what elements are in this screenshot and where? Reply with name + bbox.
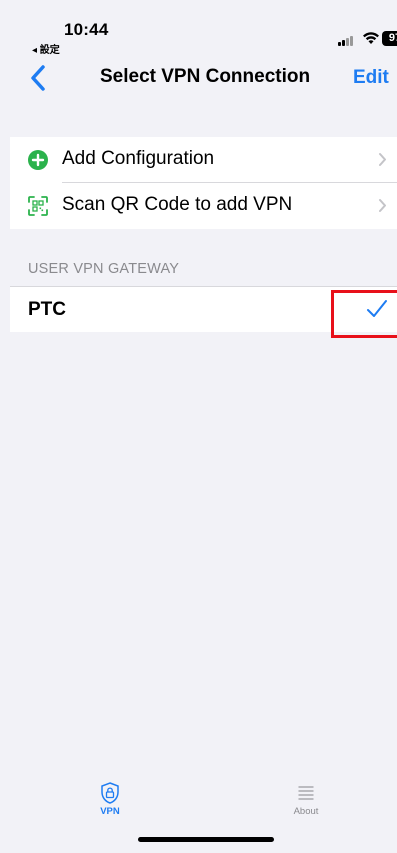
back-chevron-icon[interactable] (30, 64, 46, 92)
plus-circle-icon (28, 150, 48, 170)
cellular-signal-icon (338, 36, 356, 46)
scan-qr-code-label: Scan QR Code to add VPN (62, 194, 293, 215)
qr-scan-icon (28, 196, 48, 216)
list-icon (298, 786, 314, 800)
configuration-actions-group: Add Configuration Scan QR Code to add VP… (10, 137, 397, 229)
shield-lock-icon (101, 782, 119, 804)
section-header-user-vpn-gateway: USER VPN GATEWAY (28, 261, 180, 277)
vpn-connection-name: PTC (28, 299, 66, 320)
home-indicator (138, 837, 274, 842)
tab-about-label: About (293, 806, 319, 817)
battery-indicator: 97 (382, 31, 397, 46)
chevron-right-icon (379, 199, 386, 212)
tab-about[interactable]: About (266, 782, 346, 817)
wifi-icon (363, 32, 379, 44)
back-to-app-link[interactable]: ◂ 設定 (32, 41, 60, 56)
selection-highlight-box (331, 290, 397, 338)
scan-qr-code-row[interactable]: Scan QR Code to add VPN (10, 183, 397, 229)
chevron-right-icon (379, 153, 386, 166)
tab-vpn[interactable]: VPN (70, 782, 150, 817)
add-configuration-row[interactable]: Add Configuration (10, 137, 397, 183)
add-configuration-label: Add Configuration (62, 148, 215, 169)
edit-button[interactable]: Edit (353, 67, 389, 89)
page-title: Select VPN Connection (100, 66, 311, 87)
status-time: 10:44 (64, 20, 109, 39)
tab-vpn-label: VPN (100, 806, 120, 817)
vpn-selection-screen: 10:44 ◂ 設定 97 Select VPN Connection Edit… (10, 0, 397, 853)
